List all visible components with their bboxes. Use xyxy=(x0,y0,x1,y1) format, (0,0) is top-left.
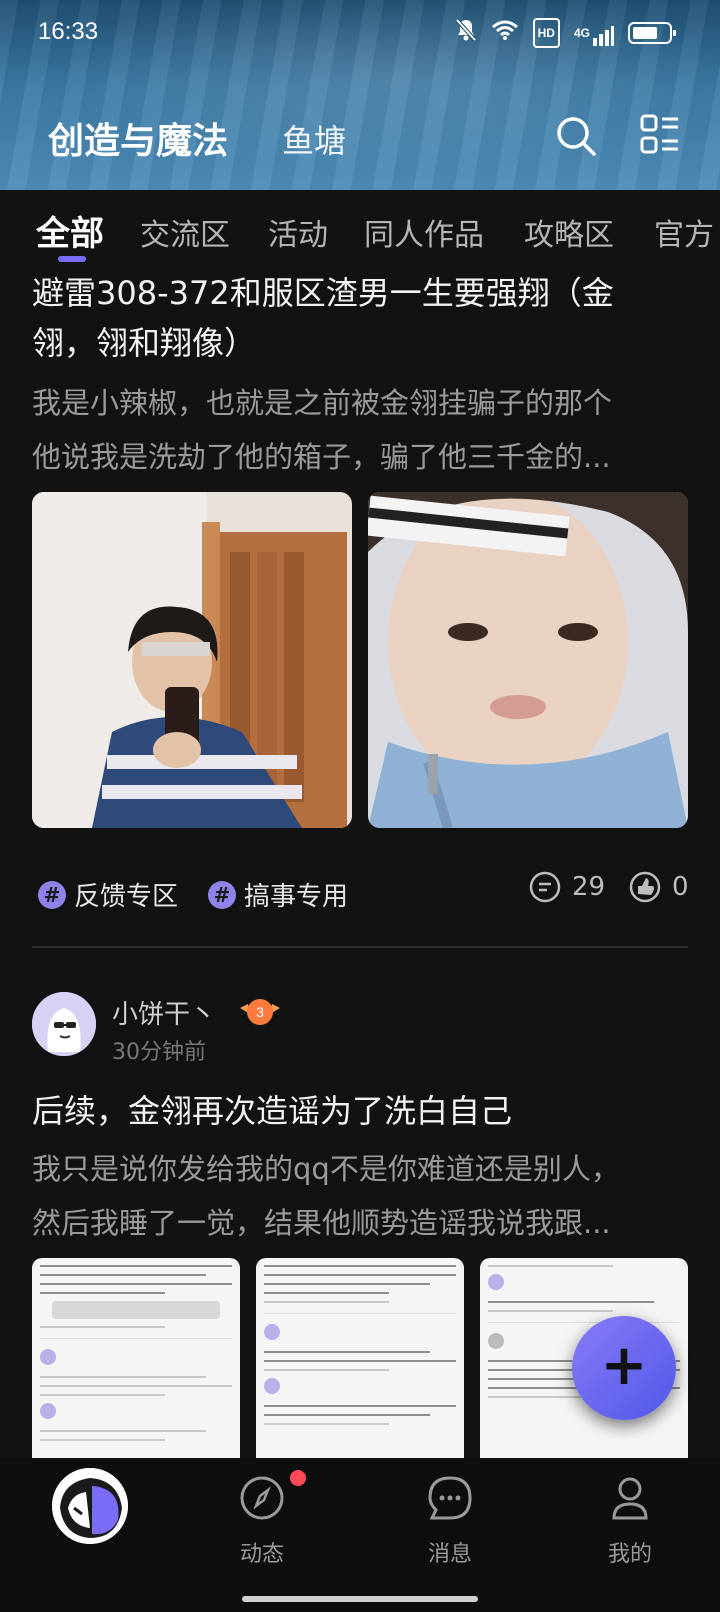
person-icon xyxy=(612,1477,648,1520)
network-type: 4G xyxy=(573,26,590,40)
wifi-icon xyxy=(491,19,519,47)
header-banner: 16:33 HD 4G 创造与魔法 鱼塘 xyxy=(0,0,720,190)
create-post-button[interactable]: + xyxy=(572,1316,676,1420)
like-count-value: 0 xyxy=(672,872,689,902)
signal-icon: 4G xyxy=(574,20,614,46)
menu-grid-icon[interactable] xyxy=(640,114,684,158)
hashtag-icon: # xyxy=(208,880,236,909)
like-icon xyxy=(629,871,661,903)
search-icon[interactable] xyxy=(554,114,598,158)
comment-count[interactable]: 29 xyxy=(528,870,605,904)
post-image-2[interactable] xyxy=(368,492,688,828)
page-subtitle[interactable]: 鱼塘 xyxy=(282,116,346,162)
tag-label: 搞事专用 xyxy=(244,882,349,912)
nav-label: 动态 xyxy=(239,1542,284,1567)
nav-messages[interactable]: 消息 xyxy=(390,1474,510,1568)
nav-label: 消息 xyxy=(427,1542,472,1567)
active-tab-indicator xyxy=(58,256,86,262)
post-tag[interactable]: # 搞事专用 xyxy=(208,876,348,913)
post-excerpt-line1: 我是小辣椒，也就是之前被金翎挂骗子的那个 xyxy=(32,386,613,420)
tab-exchange[interactable]: 交流区 xyxy=(140,210,230,254)
post-excerpt-line2: 他说我是洗劫了他的箱子，骗了他三千金的... xyxy=(32,440,611,474)
nav-feed[interactable]: 动态 xyxy=(202,1474,322,1568)
compass-icon xyxy=(240,1476,284,1520)
level-value: 3 xyxy=(256,1004,264,1020)
battery-icon xyxy=(628,22,676,44)
hd-badge: HD xyxy=(532,18,560,48)
post-image-1[interactable] xyxy=(32,492,352,828)
tab-fan-works[interactable]: 同人作品 xyxy=(364,210,484,254)
post-excerpt-line1: 我只是说你发给我的qq不是你难道还是别人， xyxy=(32,1152,620,1186)
post-title-line2: 翎，翎和翔像） xyxy=(32,324,257,362)
post-time: 30分钟前 xyxy=(112,1040,206,1065)
post-tag[interactable]: # 反馈专区 xyxy=(38,876,178,913)
tab-events[interactable]: 活动 xyxy=(268,210,328,254)
status-bar: 16:33 HD 4G xyxy=(0,0,720,64)
post-image-2[interactable] xyxy=(256,1258,464,1458)
chat-icon xyxy=(428,1476,472,1520)
page-title: 创造与魔法 xyxy=(48,121,229,162)
home-avatar-icon xyxy=(52,1468,128,1544)
comment-count-value: 29 xyxy=(572,872,606,902)
post-title: 后续，金翎再次造谣为了洗白自己 xyxy=(32,1092,513,1130)
home-indicator[interactable] xyxy=(242,1596,478,1602)
status-icons: HD 4G xyxy=(455,18,676,48)
comment-icon xyxy=(529,871,561,903)
divider xyxy=(32,946,688,948)
post-title-line1: 避雷308-372和服区渣男一生要强翔（金 xyxy=(32,274,614,312)
status-time: 16:33 xyxy=(38,18,99,45)
notification-badge xyxy=(290,1470,306,1486)
nav-profile[interactable]: 我的 xyxy=(570,1474,690,1568)
tag-label: 反馈专区 xyxy=(74,882,179,912)
tab-guides[interactable]: 攻略区 xyxy=(524,210,614,254)
tab-official[interactable]: 官方 xyxy=(654,210,714,254)
mute-bell-icon xyxy=(455,18,477,48)
category-tabs: 全部 交流区 活动 同人作品 攻略区 官方 xyxy=(0,190,720,266)
bottom-nav: 动态 消息 我的 xyxy=(0,1458,720,1612)
tab-all[interactable]: 全部 xyxy=(36,206,104,255)
hashtag-icon: # xyxy=(38,880,66,909)
post-image-1[interactable] xyxy=(32,1258,240,1458)
avatar[interactable] xyxy=(32,992,96,1056)
post-excerpt-line2: 然后我睡了一觉，结果他顺势造谣我说我跟... xyxy=(32,1206,611,1240)
nav-label: 我的 xyxy=(607,1542,652,1567)
nav-home[interactable] xyxy=(52,1468,128,1544)
level-badge: 3 xyxy=(240,996,280,1028)
author-name[interactable]: 小饼干丶 xyxy=(112,994,216,1031)
like-count[interactable]: 0 xyxy=(628,870,689,904)
